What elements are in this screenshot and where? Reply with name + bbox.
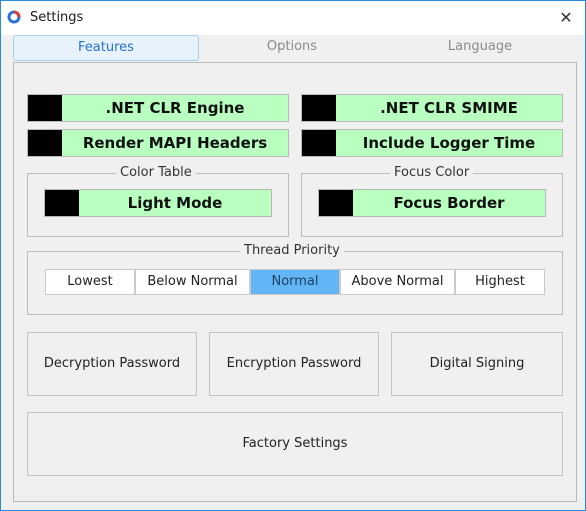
toggle-swatch bbox=[45, 190, 79, 216]
thread-priority-group: Thread Priority Lowest Below Normal Norm… bbox=[27, 243, 563, 315]
toggle-swatch bbox=[302, 95, 336, 121]
priority-highest[interactable]: Highest bbox=[455, 269, 545, 295]
net-clr-smime-label: .NET CLR SMIME bbox=[336, 95, 562, 121]
net-clr-smime-toggle[interactable]: .NET CLR SMIME bbox=[301, 94, 563, 122]
include-logger-time-label: Include Logger Time bbox=[336, 130, 562, 156]
focus-border-label: Focus Border bbox=[353, 190, 545, 216]
focus-border-toggle[interactable]: Focus Border bbox=[318, 189, 546, 217]
priority-normal[interactable]: Normal bbox=[250, 269, 340, 295]
settings-window: Settings ✕ Features Options Language .NE… bbox=[0, 0, 586, 511]
focus-color-group: Focus Color Focus Border bbox=[301, 165, 563, 237]
net-clr-engine-label: .NET CLR Engine bbox=[62, 95, 288, 121]
title-bar: Settings ✕ bbox=[1, 1, 585, 35]
priority-below-normal[interactable]: Below Normal bbox=[135, 269, 250, 295]
close-icon[interactable]: ✕ bbox=[555, 7, 577, 29]
tab-features[interactable]: Features bbox=[13, 35, 199, 61]
render-mapi-headers-label: Render MAPI Headers bbox=[62, 130, 288, 156]
tab-language[interactable]: Language bbox=[387, 35, 573, 59]
toggle-swatch bbox=[28, 130, 62, 156]
net-clr-engine-toggle[interactable]: .NET CLR Engine bbox=[27, 94, 289, 122]
light-mode-label: Light Mode bbox=[79, 190, 271, 216]
encryption-password-button[interactable]: Encryption Password bbox=[209, 332, 379, 396]
render-mapi-headers-toggle[interactable]: Render MAPI Headers bbox=[27, 129, 289, 157]
app-ring-icon bbox=[7, 10, 21, 24]
priority-above-normal[interactable]: Above Normal bbox=[340, 269, 455, 295]
toggle-swatch bbox=[28, 95, 62, 121]
toggle-swatch bbox=[319, 190, 353, 216]
priority-lowest[interactable]: Lowest bbox=[45, 269, 135, 295]
decryption-password-button[interactable]: Decryption Password bbox=[27, 332, 197, 396]
focus-color-legend: Focus Color bbox=[390, 165, 474, 180]
tab-options[interactable]: Options bbox=[199, 35, 385, 59]
toggle-swatch bbox=[302, 130, 336, 156]
light-mode-toggle[interactable]: Light Mode bbox=[44, 189, 272, 217]
factory-settings-button[interactable]: Factory Settings bbox=[27, 412, 563, 476]
window-title: Settings bbox=[30, 10, 84, 25]
color-table-legend: Color Table bbox=[116, 165, 196, 180]
digital-signing-button[interactable]: Digital Signing bbox=[391, 332, 563, 396]
thread-priority-legend: Thread Priority bbox=[240, 243, 344, 258]
features-panel: .NET CLR Engine .NET CLR SMIME Render MA… bbox=[13, 62, 577, 502]
tab-bar: Features Options Language bbox=[13, 35, 573, 61]
color-table-group: Color Table Light Mode bbox=[27, 165, 289, 237]
include-logger-time-toggle[interactable]: Include Logger Time bbox=[301, 129, 563, 157]
